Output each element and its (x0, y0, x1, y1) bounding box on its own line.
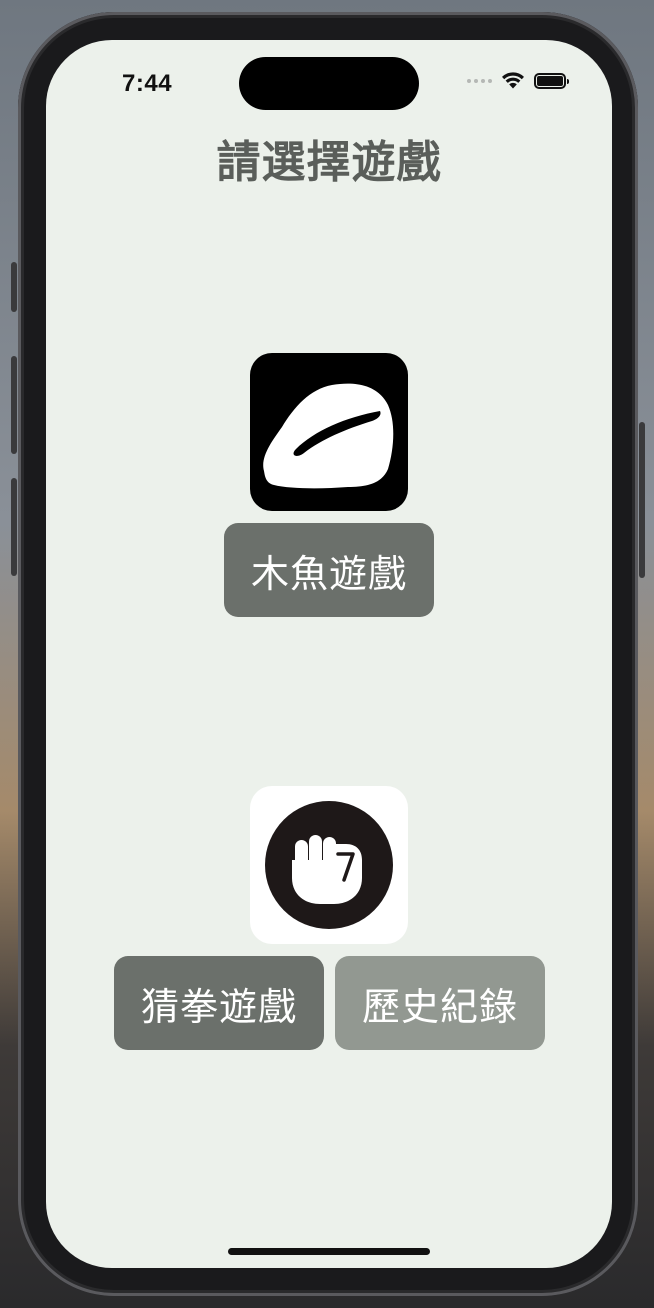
phone-volume-down-button (11, 478, 17, 576)
status-indicators (467, 72, 569, 89)
phone-action-button (11, 262, 17, 312)
page-title: 請選擇遊戲 (216, 137, 442, 188)
wifi-icon (502, 72, 524, 89)
home-indicator[interactable] (228, 1248, 430, 1255)
rps-game-button[interactable]: 猜拳遊戲 (114, 956, 324, 1050)
fist-icon[interactable] (250, 786, 408, 944)
phone-power-button (639, 422, 645, 578)
phone-volume-up-button (11, 356, 17, 454)
wooden-fish-icon[interactable] (250, 353, 408, 511)
battery-icon (534, 72, 569, 89)
muyu-game-button[interactable]: 木魚遊戲 (224, 523, 434, 617)
history-button[interactable]: 歷史紀錄 (335, 956, 545, 1050)
status-time: 7:44 (122, 70, 173, 97)
dynamic-island (239, 57, 419, 110)
cellular-signal-icon (467, 78, 492, 83)
app-screen: 7:44 請選擇遊戲 木魚遊戲 猜拳遊戲 歷史紀錄 (46, 40, 612, 1268)
